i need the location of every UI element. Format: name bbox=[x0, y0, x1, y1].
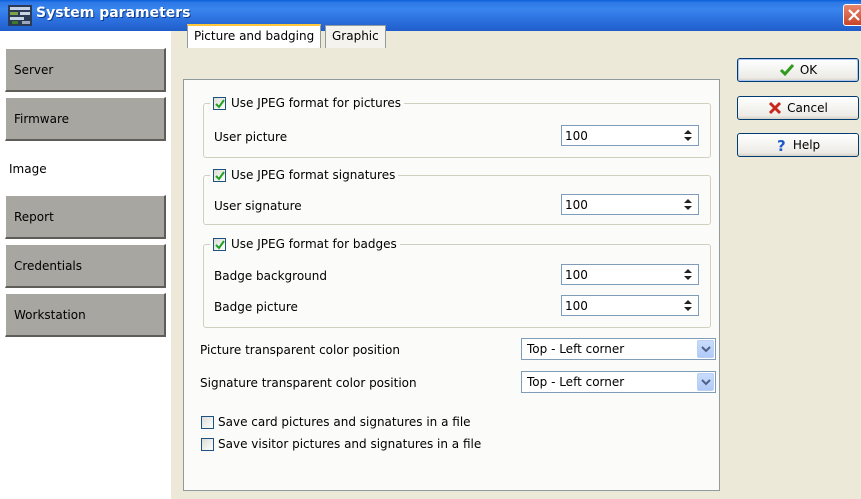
save-card-checkbox[interactable] bbox=[201, 415, 214, 429]
jpeg-pictures-checkbox[interactable] bbox=[213, 97, 226, 110]
sidebar: Server Firmware Image Report Credentials… bbox=[0, 31, 171, 499]
jpeg-signatures-checkbox[interactable] bbox=[213, 169, 226, 182]
spinner-arrows-icon[interactable] bbox=[680, 297, 696, 314]
app-icon bbox=[8, 5, 32, 26]
dropdown-button[interactable] bbox=[697, 340, 714, 358]
spinner-arrows-icon[interactable] bbox=[680, 196, 696, 213]
tab-picture-and-badging[interactable]: Picture and badging bbox=[187, 24, 322, 48]
sidebar-item-label: Server bbox=[14, 63, 54, 77]
save-card-label: Save card pictures and signatures in a f… bbox=[218, 415, 471, 429]
sidebar-item-credentials[interactable]: Credentials bbox=[5, 244, 166, 288]
dropdown-button[interactable] bbox=[697, 373, 714, 391]
ok-button-label: OK bbox=[799, 63, 818, 77]
sidebar-item-report[interactable]: Report bbox=[5, 195, 166, 239]
close-button[interactable] bbox=[843, 4, 861, 26]
signature-transparent-select[interactable]: Top - Left corner bbox=[521, 371, 716, 393]
badge-background-spinner[interactable]: 100 bbox=[561, 264, 699, 285]
select-value: Top - Left corner bbox=[527, 342, 625, 356]
jpeg-badges-checkbox[interactable] bbox=[213, 238, 226, 251]
signature-transparent-label: Signature transparent color position bbox=[200, 376, 417, 390]
sidebar-item-label: Workstation bbox=[14, 308, 86, 322]
check-mark-icon bbox=[215, 171, 225, 181]
x-icon bbox=[769, 101, 782, 115]
sidebar-item-label: Image bbox=[9, 162, 47, 176]
save-visitor-checkbox[interactable] bbox=[201, 437, 214, 451]
help-button[interactable]: ? Help bbox=[737, 133, 859, 157]
window-title: System parameters bbox=[36, 5, 191, 21]
pictures-group-legend: Use JPEG format for pictures bbox=[210, 95, 405, 112]
spinner-arrows-icon[interactable] bbox=[680, 266, 696, 283]
save-card-option[interactable]: Save card pictures and signatures in a f… bbox=[201, 415, 471, 429]
sidebar-item-server[interactable]: Server bbox=[5, 48, 166, 92]
save-visitor-label: Save visitor pictures and signatures in … bbox=[218, 437, 482, 451]
spinner-value: 100 bbox=[565, 299, 588, 313]
cancel-button[interactable]: Cancel bbox=[737, 96, 859, 120]
title-bar[interactable]: System parameters bbox=[0, 0, 861, 31]
question-icon: ? bbox=[777, 138, 786, 153]
badge-picture-label: Badge picture bbox=[214, 300, 298, 314]
chevron-down-icon bbox=[701, 379, 711, 386]
sidebar-item-label: Report bbox=[14, 210, 54, 224]
spinner-value: 100 bbox=[565, 198, 588, 212]
picture-transparent-label: Picture transparent color position bbox=[200, 343, 400, 357]
badge-background-label: Badge background bbox=[214, 269, 327, 283]
check-mark-icon bbox=[215, 240, 225, 250]
ok-button[interactable]: OK bbox=[737, 58, 859, 82]
spinner-value: 100 bbox=[565, 129, 588, 143]
jpeg-pictures-label: Use JPEG format for pictures bbox=[231, 96, 402, 110]
spinner-arrows-icon[interactable] bbox=[680, 127, 696, 144]
user-signature-label: User signature bbox=[214, 199, 302, 213]
jpeg-badges-label: Use JPEG format for badges bbox=[231, 237, 397, 251]
sidebar-item-firmware[interactable]: Firmware bbox=[5, 97, 166, 141]
picture-transparent-select[interactable]: Top - Left corner bbox=[521, 338, 716, 360]
jpeg-signatures-label: Use JPEG format signatures bbox=[231, 168, 396, 182]
badges-group-legend: Use JPEG format for badges bbox=[210, 236, 400, 253]
user-picture-label: User picture bbox=[214, 130, 288, 144]
close-icon bbox=[848, 9, 860, 21]
user-picture-spinner[interactable]: 100 bbox=[561, 125, 699, 146]
check-mark-icon bbox=[215, 99, 225, 109]
sidebar-item-workstation[interactable]: Workstation bbox=[5, 293, 166, 337]
signatures-group-legend: Use JPEG format signatures bbox=[210, 167, 399, 184]
sidebar-item-label: Firmware bbox=[14, 112, 69, 126]
cancel-button-label: Cancel bbox=[787, 101, 828, 115]
sidebar-item-image[interactable]: Image bbox=[0, 147, 161, 191]
check-icon bbox=[779, 64, 794, 77]
save-visitor-option[interactable]: Save visitor pictures and signatures in … bbox=[201, 437, 481, 451]
select-value: Top - Left corner bbox=[527, 375, 625, 389]
user-signature-spinner[interactable]: 100 bbox=[561, 194, 699, 215]
help-button-label: Help bbox=[792, 138, 821, 152]
svg-text:?: ? bbox=[777, 138, 786, 153]
tab-label: Picture and badging bbox=[194, 29, 315, 43]
tab-graphic[interactable]: Graphic bbox=[325, 25, 386, 48]
chevron-down-icon bbox=[701, 346, 711, 353]
badge-picture-spinner[interactable]: 100 bbox=[561, 295, 699, 316]
spinner-value: 100 bbox=[565, 268, 588, 282]
sidebar-item-label: Credentials bbox=[14, 259, 83, 273]
tab-label: Graphic bbox=[332, 29, 379, 43]
